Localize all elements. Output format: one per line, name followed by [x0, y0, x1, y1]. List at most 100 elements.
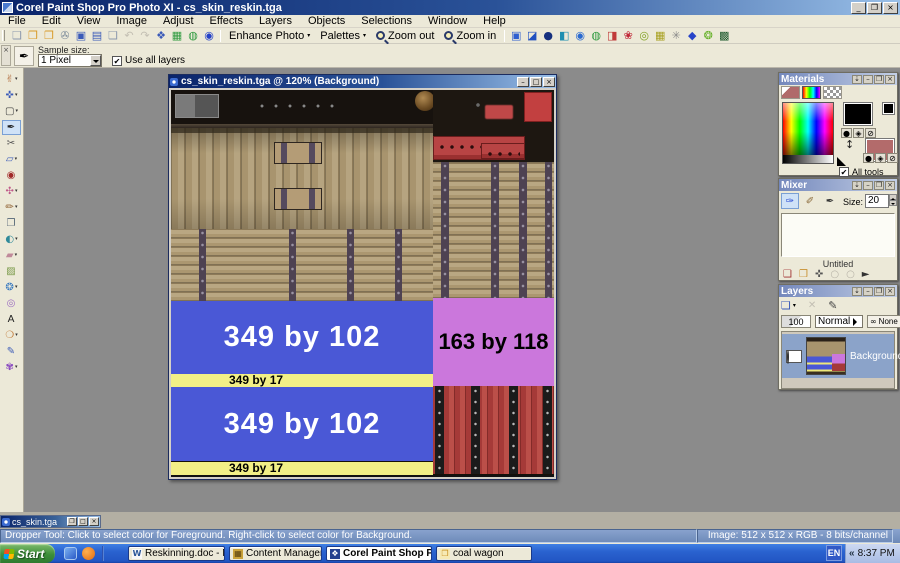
- quick-launch-browser-icon[interactable]: [82, 547, 95, 560]
- unmix-icon[interactable]: ○: [830, 269, 839, 280]
- image-canvas[interactable]: 349 by 102 163 by 118 349 by 17 349 by 1…: [171, 90, 554, 477]
- style-button[interactable]: ⊘: [887, 153, 898, 163]
- mixer-brush-icon[interactable]: ✑: [781, 193, 799, 209]
- info-icon[interactable]: ◉: [201, 28, 217, 43]
- move-tool[interactable]: ✜ ▾: [2, 88, 21, 103]
- taskbar-task-button[interactable]: ❒ coal wagon: [436, 546, 532, 561]
- taskbar-task-button[interactable]: W Reskinning.doc - Microso...: [128, 546, 225, 561]
- minimize-button[interactable]: _: [851, 2, 866, 14]
- delete-layer-icon[interactable]: ✕: [808, 300, 816, 311]
- close-icon[interactable]: ×: [885, 181, 895, 190]
- red-eye-tool[interactable]: ◉: [2, 168, 21, 183]
- color-changer-tool[interactable]: ◐ ▾: [2, 232, 21, 247]
- effect-icon[interactable]: ❂: [700, 28, 716, 43]
- effect-icon[interactable]: ❀: [620, 28, 636, 43]
- undo-icon[interactable]: ↶: [121, 28, 137, 43]
- effect-icon[interactable]: ▩: [716, 28, 732, 43]
- toolbar-grip[interactable]: [2, 30, 5, 41]
- effect-icon[interactable]: ✳: [668, 28, 684, 43]
- warp-brush-tool[interactable]: ✾ ▾: [2, 360, 21, 375]
- pick-tool[interactable]: ▱ ▾: [2, 152, 21, 167]
- style-button[interactable]: ●: [841, 128, 852, 138]
- preset-shape-tool[interactable]: ❍ ▾: [2, 328, 21, 343]
- menu-item[interactable]: Selections: [353, 15, 420, 28]
- effect-icon[interactable]: ◉: [572, 28, 588, 43]
- document-window[interactable]: cs_skin_reskin.tga @ 120% (Background) –…: [168, 74, 557, 480]
- chevron-down-icon[interactable]: [90, 55, 101, 66]
- minimize-icon[interactable]: –: [863, 181, 873, 190]
- menu-item[interactable]: File: [0, 15, 34, 28]
- tab-frame[interactable]: [781, 86, 800, 99]
- menu-item[interactable]: Edit: [34, 15, 69, 28]
- pin-icon[interactable]: ⇣: [852, 181, 862, 190]
- effect-icon[interactable]: ◧: [556, 28, 572, 43]
- close-button[interactable]: ×: [883, 2, 898, 14]
- eraser-tool[interactable]: ▰ ▾: [2, 248, 21, 263]
- zoom-out-button[interactable]: Zoom out: [371, 30, 439, 42]
- image-open-icon[interactable]: ▦: [169, 28, 185, 43]
- new-layer-icon[interactable]: ❏: [781, 299, 791, 312]
- tab-swatches[interactable]: [823, 86, 842, 99]
- effect-icon[interactable]: ●: [540, 28, 556, 43]
- menu-item[interactable]: Effects: [202, 15, 251, 28]
- makeover-tool[interactable]: ✣ ▾: [2, 184, 21, 199]
- grayscale-strip[interactable]: [783, 155, 833, 163]
- clone-tool[interactable]: ❐: [2, 216, 21, 231]
- menu-item[interactable]: Window: [420, 15, 475, 28]
- taskbar-task-button[interactable]: ▦ Content Manager Plus: [229, 546, 322, 561]
- visibility-toggle[interactable]: [786, 350, 802, 363]
- layers-panel-title-bar[interactable]: Layers ⇣ – ❐ ×: [779, 285, 897, 297]
- foreground-chip[interactable]: [882, 102, 895, 115]
- palette-knife-icon[interactable]: ✐: [801, 193, 819, 209]
- effect-icon[interactable]: ◎: [636, 28, 652, 43]
- enhance-photo-button[interactable]: Enhance Photo ▾: [224, 30, 315, 42]
- crop-tool[interactable]: ✂: [2, 136, 21, 151]
- effect-icon[interactable]: ◪: [524, 28, 540, 43]
- color-picker[interactable]: [782, 102, 834, 164]
- redo-icon[interactable]: ↷: [137, 28, 153, 43]
- layer-thumbnail[interactable]: [806, 337, 846, 375]
- style-button[interactable]: ◈: [875, 153, 886, 163]
- menu-item[interactable]: Objects: [300, 15, 353, 28]
- pan-tool[interactable]: ✌ ▾: [2, 72, 21, 87]
- maximize-icon[interactable]: ❐: [874, 75, 884, 84]
- swap-colors-icon[interactable]: ↕: [845, 138, 854, 151]
- menu-item[interactable]: Help: [475, 15, 514, 28]
- mixer-dropper-icon[interactable]: ✒: [821, 193, 839, 209]
- foreground-swatch[interactable]: [843, 102, 873, 126]
- tray-chevron-icon[interactable]: «: [849, 548, 855, 559]
- chevron-down-icon[interactable]: ▾: [793, 302, 796, 309]
- menu-item[interactable]: Adjust: [155, 15, 202, 28]
- opacity-field[interactable]: 100: [781, 315, 811, 328]
- effect-icon[interactable]: ▣: [508, 28, 524, 43]
- document-minimize-button[interactable]: –: [517, 77, 529, 87]
- mixer-panel-title-bar[interactable]: Mixer ⇣ – ❐ ×: [779, 179, 897, 191]
- maximize-icon[interactable]: ❐: [874, 181, 884, 190]
- blend-mode-dropdown[interactable]: Normal: [815, 315, 863, 328]
- close-icon[interactable]: ×: [885, 75, 895, 84]
- remix-icon[interactable]: ○: [846, 269, 855, 280]
- sample-size-dropdown[interactable]: 1 Pixel: [38, 54, 102, 67]
- selection-tool[interactable]: ▢ ▾: [2, 104, 21, 119]
- more-icon[interactable]: ►: [862, 269, 870, 280]
- style-button[interactable]: ⊘: [865, 128, 876, 138]
- minimized-document[interactable]: cs_skin.tga ❐ □ ×: [0, 515, 101, 528]
- restore-button[interactable]: ❐: [867, 2, 882, 14]
- layer-row-background[interactable]: Background: [782, 334, 894, 378]
- effect-icon[interactable]: ◍: [588, 28, 604, 43]
- text-tool[interactable]: A: [2, 312, 21, 327]
- start-button[interactable]: Start: [0, 544, 55, 563]
- save-icon[interactable]: ▣: [73, 28, 89, 43]
- effect-icon[interactable]: ▦: [652, 28, 668, 43]
- brush-tool[interactable]: ✏ ▾: [2, 200, 21, 215]
- document-maximize-button[interactable]: □: [530, 77, 542, 87]
- link-set-dropdown[interactable]: ∞ None: [867, 315, 900, 328]
- picture-tube-tool[interactable]: ◎: [2, 296, 21, 311]
- menu-item[interactable]: Image: [108, 15, 155, 28]
- restore-button[interactable]: ❐: [67, 517, 77, 526]
- language-indicator[interactable]: EN: [826, 545, 842, 561]
- options-close-icon[interactable]: ×: [1, 45, 11, 66]
- maximize-button[interactable]: □: [78, 517, 88, 526]
- document-title-bar[interactable]: cs_skin_reskin.tga @ 120% (Background) –…: [169, 75, 556, 88]
- browse-icon[interactable]: ❐: [41, 28, 57, 43]
